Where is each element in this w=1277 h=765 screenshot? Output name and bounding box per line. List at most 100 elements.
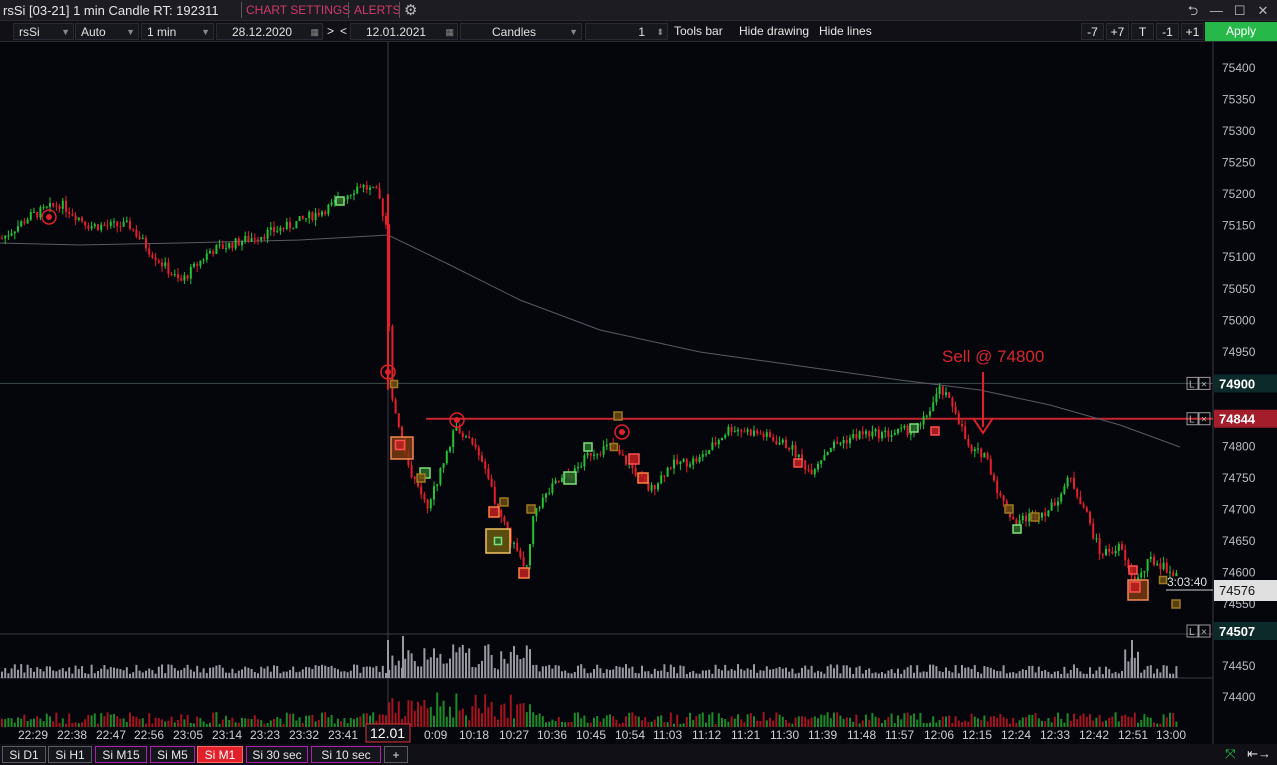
apply-button[interactable]: Apply [1205, 22, 1277, 41]
volume-bar [81, 666, 83, 678]
timeframe-tab[interactable]: Si M15 [95, 746, 147, 763]
delta-bar [423, 699, 426, 727]
minimize-button[interactable]: — [1206, 3, 1226, 18]
delta-bar [1127, 716, 1130, 727]
candle-body [999, 493, 1002, 496]
volume-bar [1137, 651, 1139, 678]
plus1-button[interactable]: +1 [1181, 23, 1204, 40]
candle-body [1041, 512, 1043, 518]
timeframe-tab[interactable]: Si D1 [2, 746, 46, 763]
candle-body [657, 483, 659, 490]
volume-bar [298, 671, 301, 678]
delta-bar [244, 718, 247, 727]
delta-bar [455, 693, 458, 727]
candle-body [234, 238, 237, 249]
delta-bar [58, 722, 61, 727]
volume-bar [228, 672, 231, 678]
t-button[interactable]: T [1131, 23, 1154, 40]
scale-select[interactable]: Auto ▼ [75, 23, 139, 40]
add-tab-button[interactable]: + [384, 746, 408, 763]
volume-bar [1073, 664, 1075, 678]
close-button[interactable]: ✕ [1253, 3, 1273, 19]
delta-bar [1050, 722, 1053, 727]
delta-bar [717, 713, 720, 727]
calendar-icon[interactable]: ▦ [445, 24, 454, 41]
delta-bar [893, 723, 896, 727]
delta-bar [692, 719, 695, 727]
nav-next-button[interactable]: > [327, 24, 334, 38]
candle-body [401, 426, 403, 437]
volume-bar [785, 667, 787, 678]
alerts-link[interactable]: ALERTS [354, 3, 400, 17]
timeframe-tab[interactable]: Si 30 sec [246, 746, 308, 763]
symbol-select[interactable]: rsSi ▼ [13, 23, 74, 40]
candle-body [1101, 554, 1104, 556]
timeframe-tab[interactable]: Si M1 [197, 746, 243, 763]
timeframe-tab[interactable]: Si M5 [150, 746, 195, 763]
volume-bar [909, 665, 912, 678]
chart-type-select[interactable]: Candles ▼ [460, 23, 582, 40]
delta-bar [573, 712, 576, 727]
candle-body [881, 432, 883, 439]
delta-bar [778, 714, 781, 727]
volume-bar [938, 671, 941, 678]
gears-icon[interactable]: ⚙ [404, 1, 417, 19]
maximize-button[interactable]: ☐ [1230, 3, 1250, 19]
delta-bar [673, 723, 675, 727]
nav-prev-button[interactable]: < [340, 24, 347, 38]
minus1-button[interactable]: -1 [1156, 23, 1179, 40]
volume-bar [173, 668, 176, 678]
candle-body [1069, 477, 1072, 479]
minus7-button[interactable]: -7 [1081, 23, 1104, 40]
delta-bar [397, 701, 400, 727]
volume-bar [641, 665, 643, 678]
count-stepper[interactable]: 1 ⬍ [585, 23, 668, 40]
timeframe-tab[interactable]: Si H1 [48, 746, 92, 763]
scroll-arrows-icon[interactable]: ⇤→ [1247, 746, 1271, 761]
candle-body [138, 236, 141, 239]
volume-bar [756, 672, 759, 678]
volume-bar [1021, 669, 1024, 678]
candle-body [241, 241, 243, 246]
date-to-field[interactable]: 12.01.2021 ▦ [350, 23, 458, 40]
volume-bar [1111, 673, 1114, 678]
candle-body [749, 429, 752, 436]
signal-marker [793, 458, 803, 468]
chart-settings-link[interactable]: CHART SETTINGS [246, 3, 350, 17]
hide-lines-button[interactable]: Hide lines [819, 24, 872, 38]
volume-bar [487, 644, 490, 678]
volume-bar [749, 669, 752, 678]
stepper-arrows-icon[interactable]: ⬍ [656, 24, 664, 41]
date-from-field[interactable]: 28.12.2020 ▦ [216, 23, 323, 40]
volume-bar [797, 672, 800, 678]
delta-bar [55, 712, 58, 727]
delta-bar [945, 716, 947, 727]
tools-bar-button[interactable]: Tools bar [674, 24, 723, 38]
volume-bar [13, 664, 16, 678]
delta-bar [263, 723, 266, 727]
candle-body [618, 449, 621, 455]
candle-body [468, 436, 471, 439]
candle-body [17, 226, 19, 232]
fit-screen-icon[interactable]: ⤧ [1225, 746, 1235, 761]
delta-bar [807, 719, 810, 727]
candle-body [954, 406, 957, 414]
delta-bar [689, 712, 691, 727]
delta-bar [10, 718, 13, 727]
volume-bar [839, 673, 842, 678]
candle-body [61, 200, 64, 209]
calendar-icon[interactable]: ▦ [310, 24, 319, 41]
time-tick-label: 10:54 [615, 728, 645, 742]
timeframe-select[interactable]: 1 min ▼ [141, 23, 214, 40]
candle-body [253, 238, 256, 240]
candle-body [385, 216, 387, 225]
timeframe-tab[interactable]: Si 10 sec [311, 746, 381, 763]
volume-bar [663, 664, 666, 678]
candle-body [605, 444, 608, 447]
candle-body [209, 251, 211, 254]
plus7-button[interactable]: +7 [1106, 23, 1129, 40]
delta-bar [452, 717, 455, 727]
price-chart[interactable]: 75400 75350 75300 75250 75200 75150 75100 75050… [0, 42, 1277, 744]
hide-drawing-button[interactable]: Hide drawing [739, 24, 809, 38]
candle-body [538, 507, 541, 509]
